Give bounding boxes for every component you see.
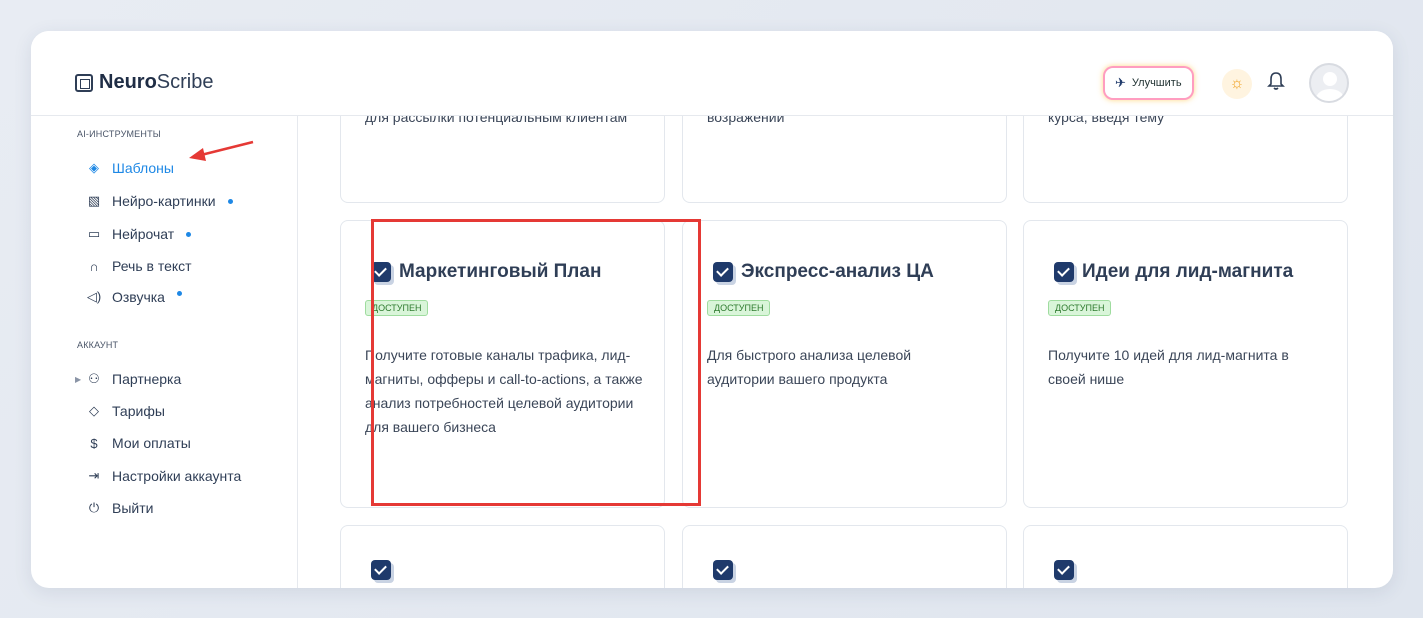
new-dot (176, 290, 182, 296)
upgrade-label: Улучшить (1131, 77, 1182, 89)
card-description: для рассылки потенциальным клиентам (365, 116, 628, 125)
status-badge: ДОСТУПЕН (1048, 300, 1112, 316)
template-card-express-analysis[interactable]: Экспресс-анализ ЦА ДОСТУПЕН Для быстрого… (682, 220, 1007, 508)
checkbox-icon (1054, 262, 1074, 282)
template-card[interactable] (340, 525, 665, 588)
checkbox-icon (371, 560, 391, 580)
sidebar-item-label: Речь в текст (112, 258, 192, 274)
sidebar-item-label: Тарифы (112, 403, 165, 419)
avatar[interactable] (1309, 63, 1349, 103)
dollar-icon: $ (90, 435, 98, 451)
tag-icon: ◇ (89, 403, 99, 418)
sidebar-item-label: Озвучка (112, 289, 165, 305)
new-dot (186, 231, 192, 237)
status-badge: ДОСТУПЕН (707, 300, 771, 316)
templates-grid: для рассылки потенциальным клиентам возр… (299, 116, 1393, 588)
users-icon: ⚇ (88, 371, 100, 386)
checkbox-icon (713, 262, 733, 282)
sidebar-item-voiceover[interactable]: ◁) Озвучка (86, 287, 182, 307)
theme-toggle-sun-icon[interactable]: ☼ (1222, 69, 1252, 99)
annotation-arrow (189, 140, 254, 161)
sidebar-item-label: Партнерка (112, 371, 182, 387)
card-description: возражений (707, 116, 785, 125)
card-title: Экспресс-анализ ЦА (713, 261, 934, 283)
sidebar-item-partner[interactable]: ⚇ Партнерка (86, 369, 181, 389)
checkbox-icon (713, 560, 733, 580)
template-card[interactable]: возражений (682, 116, 1007, 203)
sidebar-item-tariffs[interactable]: ◇ Тарифы (86, 401, 165, 421)
power-icon: ⏻ (88, 500, 100, 515)
card-description: Для быстрого анализа целевой аудитории в… (707, 347, 912, 387)
upgrade-button[interactable]: ✈ Улучшить (1105, 68, 1192, 98)
template-card[interactable]: курса, введя тему (1023, 116, 1348, 203)
speaker-icon: ◁) (86, 289, 102, 304)
headphones-icon: ∩ (89, 258, 99, 274)
sidebar-item-label: Мои оплаты (112, 435, 191, 451)
sidebar-item-label: Настройки аккаунта (112, 468, 242, 484)
template-card[interactable] (682, 525, 1007, 588)
bell-icon[interactable] (1267, 71, 1285, 96)
template-card[interactable]: для рассылки потенциальным клиентам (340, 116, 665, 203)
sidebar-item-payments[interactable]: $ Мои оплаты (86, 433, 191, 453)
login-icon: ⇥ (88, 468, 100, 483)
checkbox-icon (1054, 560, 1074, 580)
caret-right-icon[interactable]: ▶ (75, 375, 81, 384)
sidebar-item-logout[interactable]: ⏻ Выйти (86, 498, 154, 518)
highlight-box (371, 219, 701, 506)
sidebar-item-account-settings[interactable]: ⇥ Настройки аккаунта (86, 466, 242, 486)
card-title: Идеи для лид-магнита (1054, 261, 1293, 283)
template-card-lead-magnet[interactable]: Идеи для лид-магнита ДОСТУПЕН Получите 1… (1023, 220, 1348, 508)
rocket-icon: ✈ (1115, 75, 1126, 90)
template-card[interactable] (1023, 525, 1348, 588)
app-window: NeuroScribe ✈ Улучшить ☼ AI-ИНСТРУМЕНТЫ … (31, 31, 1393, 588)
card-description: Получите 10 идей для лид-магнита в своей… (1048, 347, 1289, 387)
sidebar-item-label: Выйти (112, 500, 154, 516)
sidebar-item-speech-to-text[interactable]: ∩ Речь в текст (86, 256, 192, 276)
card-description: курса, введя тему (1048, 116, 1165, 125)
section-title-account: АККАУНТ (77, 340, 119, 350)
